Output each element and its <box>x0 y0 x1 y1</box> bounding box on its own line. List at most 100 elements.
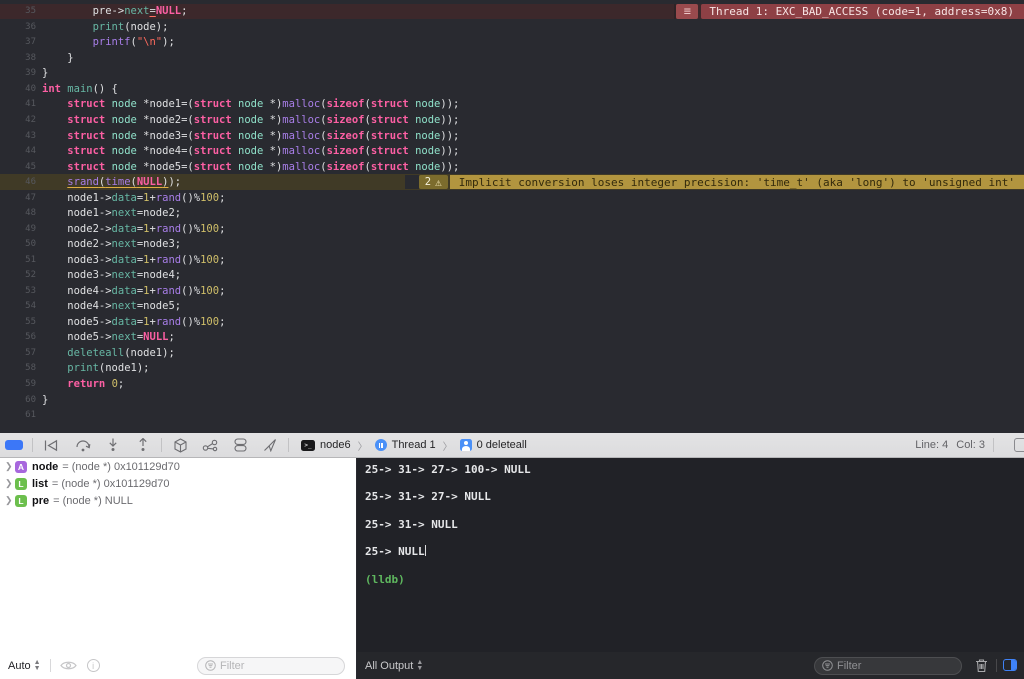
quicklook-eye-icon[interactable] <box>59 660 77 671</box>
location-arrow-icon <box>264 439 277 452</box>
code-line[interactable]: 54 node4->next=node5; <box>0 299 1024 315</box>
code-line[interactable]: 41 struct node *node1=(struct node *)mal… <box>0 97 1024 113</box>
gutter-line-number[interactable]: 61 <box>0 410 38 420</box>
code-line[interactable]: 58 print(node1); <box>0 361 1024 377</box>
code-line[interactable]: 40 int main() { <box>0 81 1024 97</box>
gutter-line-number[interactable]: 48 <box>0 208 38 218</box>
gutter-line-number[interactable]: 44 <box>0 146 38 156</box>
breakpoints-toggle-button[interactable] <box>2 435 26 455</box>
gutter-line-number[interactable]: 54 <box>0 301 38 311</box>
code-text: print(node1); <box>67 362 150 375</box>
variable-row[interactable]: ❯ Lpre = (node *) NULL <box>0 492 356 509</box>
gutter-line-number[interactable]: 35 <box>0 6 38 16</box>
output-scope-select[interactable]: All Output <box>365 660 413 672</box>
gutter-line-number[interactable]: 49 <box>0 224 38 234</box>
code-line[interactable]: 53 node4->data=1+rand()%100; <box>0 283 1024 299</box>
gutter-line-number[interactable]: 38 <box>0 53 38 63</box>
hamburger-icon[interactable]: ≡ <box>676 4 699 19</box>
variable-row[interactable]: ❯ Llist = (node *) 0x101129d70 <box>0 475 356 492</box>
console-filter-field[interactable]: Filter <box>814 656 962 675</box>
step-out-button[interactable] <box>131 435 155 455</box>
code-line[interactable]: 60} <box>0 392 1024 408</box>
code-line[interactable]: 55 node5->data=1+rand()%100; <box>0 314 1024 330</box>
code-line[interactable]: 51 node3->data=1+rand()%100; <box>0 252 1024 268</box>
gutter-line-number[interactable]: 57 <box>0 348 38 358</box>
code-line[interactable]: 46 srand(time(NULL)); 2 ⚠ Implicit conversi… <box>0 174 1024 190</box>
code-line[interactable]: 35 pre->next=NULL; ≡ Thread 1: EXC_BAD_ACC… <box>0 3 1024 20</box>
code-line[interactable]: 49 node2->data=1+rand()%100; <box>0 221 1024 237</box>
gutter-line-number[interactable]: 45 <box>0 162 38 172</box>
code-line[interactable]: 47 node1->data=1+rand()%100; <box>0 190 1024 206</box>
trash-icon[interactable] <box>975 658 988 673</box>
memory-graph-button[interactable] <box>198 435 222 455</box>
code-line[interactable]: 37 printf("\n"); <box>0 35 1024 51</box>
code-line[interactable]: 42 struct node *node2=(struct node *)mal… <box>0 112 1024 128</box>
warning-count-badge[interactable]: 2 ⚠ <box>418 174 448 190</box>
gutter-line-number[interactable]: 55 <box>0 317 38 327</box>
gutter-line-number[interactable]: 41 <box>0 99 38 109</box>
gutter-line-number[interactable]: 46 <box>0 177 38 187</box>
gutter-line-number[interactable]: 58 <box>0 363 38 373</box>
code-line[interactable]: 39} <box>0 66 1024 82</box>
gutter-line-number[interactable]: 50 <box>0 239 38 249</box>
code-editor[interactable]: 35 pre->next=NULL; ≡ Thread 1: EXC_BAD_ACC… <box>0 0 1024 433</box>
console-line: 25-> 31-> NULL <box>365 517 458 531</box>
warning-banner[interactable]: 2 ⚠ Implicit conversion loses integer prec… <box>404 174 1024 190</box>
gutter-line-number[interactable]: 47 <box>0 193 38 203</box>
debug-view-hierarchy-button[interactable] <box>168 435 192 455</box>
code-text: printf("\n"); <box>92 36 175 49</box>
gutter-line-number[interactable]: 42 <box>0 115 38 125</box>
code-line[interactable]: 56 node5->next=NULL; <box>0 330 1024 346</box>
gutter-line-number[interactable]: 43 <box>0 131 38 141</box>
console-line: 25-> 31-> 27-> NULL <box>365 490 491 504</box>
code-line[interactable]: 45 struct node *node5=(struct node *)mal… <box>0 159 1024 175</box>
code-text: srand(time(NULL)); <box>67 176 182 189</box>
variable-row[interactable]: ❯ Anode = (node *) 0x101129d70 <box>0 458 356 475</box>
console-pane[interactable]: 25-> 31-> 27-> 100-> NULL 25-> 31-> 27->… <box>357 458 1024 679</box>
info-icon[interactable]: i <box>86 659 100 672</box>
gutter-line-number[interactable]: 53 <box>0 286 38 296</box>
scope-updown-icon: ▲ ▼ <box>33 658 41 672</box>
disclosure-chevron-icon[interactable]: ❯ <box>5 461 15 472</box>
breadcrumb-frame[interactable]: 0 deleteall <box>477 439 527 451</box>
gutter-line-number[interactable]: 36 <box>0 22 38 32</box>
code-line[interactable]: 38 } <box>0 50 1024 66</box>
console-toggle-icon[interactable] <box>1003 659 1017 671</box>
gutter-line-number[interactable]: 40 <box>0 84 38 94</box>
error-banner[interactable]: ≡ Thread 1: EXC_BAD_ACCESS (code=1, addre… <box>674 4 1024 19</box>
gutter-line-number[interactable]: 39 <box>0 68 38 78</box>
breadcrumb-thread[interactable]: Thread 1 <box>392 439 436 451</box>
simulate-location-button[interactable] <box>258 435 282 455</box>
gutter-line-number[interactable]: 51 <box>0 255 38 265</box>
breadcrumb-target[interactable]: node6 <box>320 439 351 451</box>
gutter-line-number[interactable]: 52 <box>0 270 38 280</box>
code-line[interactable]: 52 node3->next=node4; <box>0 268 1024 284</box>
code-text: struct node *node2=(struct node *)malloc… <box>67 113 460 126</box>
console-output[interactable]: 25-> 31-> 27-> 100-> NULL 25-> 31-> 27->… <box>357 458 1024 586</box>
gutter-line-number[interactable]: 59 <box>0 379 38 389</box>
code-line[interactable]: 43 struct node *node3=(struct node *)mal… <box>0 128 1024 144</box>
code-line[interactable]: 36 print(node); <box>0 19 1024 35</box>
breakpoint-toggle-icon <box>5 440 23 450</box>
disclosure-chevron-icon[interactable]: ❯ <box>5 495 15 506</box>
code-line[interactable]: 44 struct node *node4=(struct node *)mal… <box>0 143 1024 159</box>
step-over-button[interactable] <box>71 435 95 455</box>
gutter-line-number[interactable]: 60 <box>0 395 38 405</box>
error-message: Thread 1: EXC_BAD_ACCESS (code=1, addres… <box>701 4 1024 19</box>
variables-filter-field[interactable]: Filter <box>197 656 345 675</box>
variables-scope-select[interactable]: Auto <box>8 660 31 672</box>
gutter-line-number[interactable]: 56 <box>0 332 38 342</box>
code-line[interactable]: 48 node1->next=node2; <box>0 205 1024 221</box>
code-line[interactable]: 59 return 0; <box>0 376 1024 392</box>
hide-debug-area-icon[interactable] <box>1014 438 1024 452</box>
step-into-button[interactable] <box>101 435 125 455</box>
code-line[interactable]: 50 node2->next=node3; <box>0 236 1024 252</box>
disclosure-chevron-icon[interactable]: ❯ <box>5 478 15 489</box>
bar-divider <box>49 659 51 672</box>
continue-execution-button[interactable] <box>39 435 63 455</box>
gutter-line-number[interactable]: 37 <box>0 37 38 47</box>
code-line[interactable]: 57 deleteall(node1); <box>0 345 1024 361</box>
code-line[interactable]: 61 <box>0 407 1024 423</box>
environment-overrides-button[interactable] <box>228 435 252 455</box>
